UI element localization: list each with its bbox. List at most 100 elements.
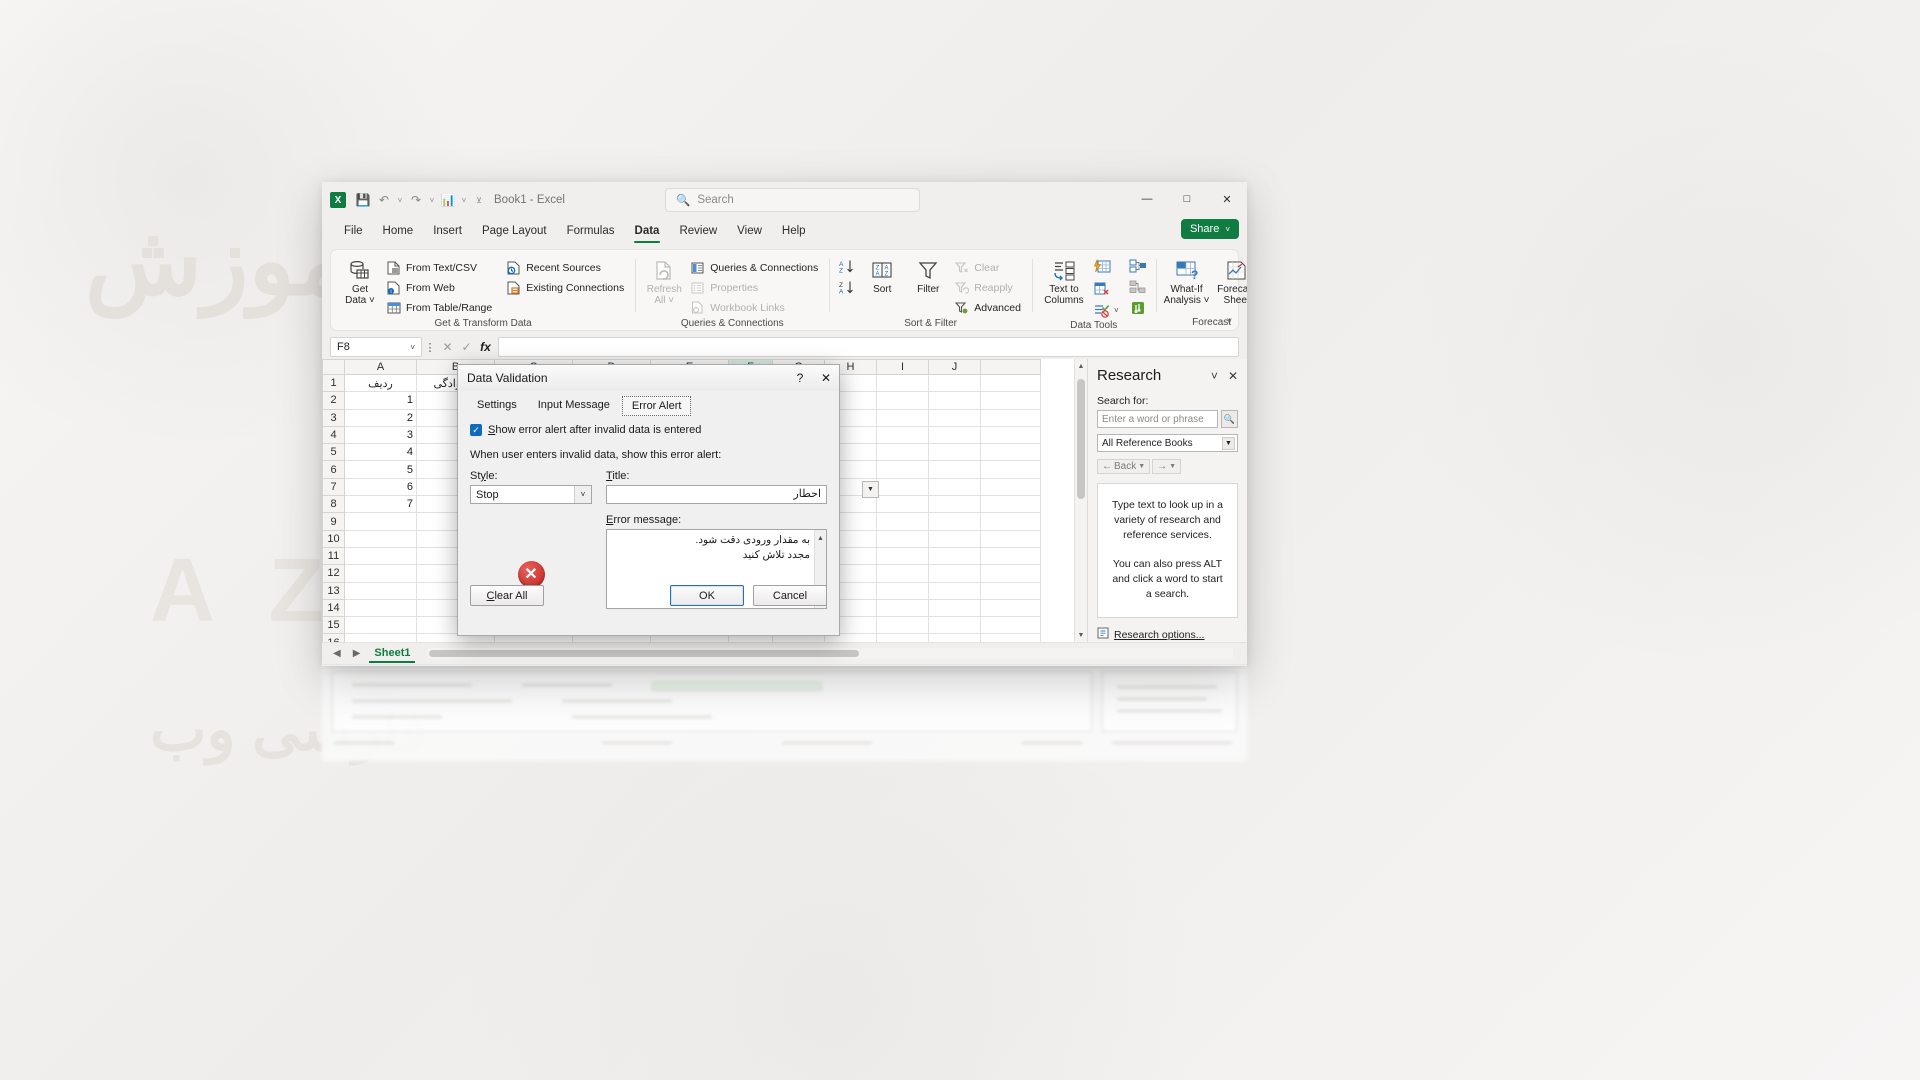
cell-j4[interactable] xyxy=(928,425,981,445)
row-header-2[interactable]: 2 xyxy=(322,391,345,410)
row-header-8[interactable]: 8 xyxy=(322,495,345,514)
chart-icon[interactable]: 📊 xyxy=(438,190,458,210)
column-header-j[interactable]: J xyxy=(928,359,981,375)
formula-input[interactable] xyxy=(498,337,1239,357)
cell-k12[interactable] xyxy=(980,564,1041,583)
research-options-button[interactable]: Research options... xyxy=(1097,627,1238,642)
chevron-right-icon[interactable]: ▶ xyxy=(350,648,364,659)
cell-j9[interactable] xyxy=(928,512,981,531)
cell-k13[interactable] xyxy=(980,581,1041,600)
validation-dropdown-arrow[interactable]: ▼ xyxy=(862,481,879,498)
cell-a2[interactable]: 1 xyxy=(344,391,417,410)
window-controls[interactable]: — □ ✕ xyxy=(1127,182,1247,216)
row-header-14[interactable]: 14 xyxy=(322,598,345,618)
style-select[interactable]: Stop ˅ xyxy=(470,485,592,504)
cell-k16[interactable] xyxy=(980,633,1041,642)
research-search-input[interactable]: Enter a word or phrase xyxy=(1097,410,1218,428)
cell-i1[interactable] xyxy=(876,373,929,393)
refresh-all-button[interactable]: Refresh All ˅ xyxy=(641,256,687,308)
text-to-columns-button[interactable]: Text to Columns xyxy=(1038,256,1090,308)
cell-i6[interactable] xyxy=(876,460,929,479)
data-validation-chevron-icon[interactable]: ˅ xyxy=(1114,306,1119,315)
queries-connections-button[interactable]: Queries & Connections xyxy=(687,258,823,277)
cell-a5[interactable]: 4 xyxy=(344,443,417,462)
chevron-down-icon[interactable]: ˅ xyxy=(1211,369,1218,383)
tab-help[interactable]: Help xyxy=(772,223,816,239)
cell-a10[interactable] xyxy=(344,529,417,548)
cell-a8[interactable]: 7 xyxy=(344,495,417,514)
tab-formulas[interactable]: Formulas xyxy=(557,223,625,239)
cell-a12[interactable] xyxy=(344,564,417,583)
chevron-down-icon[interactable]: ▼ xyxy=(1222,436,1235,450)
dialog-title-buttons[interactable]: ? ✕ xyxy=(787,366,839,391)
cell-k11[interactable] xyxy=(980,546,1041,566)
cell-i15[interactable] xyxy=(876,616,929,635)
cancel-button[interactable]: Cancel xyxy=(753,585,827,606)
scroll-up-arrow-icon[interactable]: ▲ xyxy=(817,531,824,546)
share-button[interactable]: Share ˅ xyxy=(1180,219,1239,239)
cell-i14[interactable] xyxy=(876,598,929,618)
cell-k14[interactable] xyxy=(980,598,1041,618)
close-button[interactable]: ✕ xyxy=(1207,182,1247,216)
tab-insert[interactable]: Insert xyxy=(423,223,472,239)
row-header-3[interactable]: 3 xyxy=(322,408,345,427)
cell-j2[interactable] xyxy=(928,391,981,410)
what-if-analysis-button[interactable]: ? What-If Analysis ˅ xyxy=(1162,256,1212,308)
cell-a13[interactable] xyxy=(344,581,417,600)
cell-j16[interactable] xyxy=(928,633,981,642)
cell-j15[interactable] xyxy=(928,616,981,635)
cell-k5[interactable] xyxy=(980,443,1041,462)
cell-i11[interactable] xyxy=(876,546,929,566)
row-header-6[interactable]: 6 xyxy=(322,460,345,479)
cell-k7[interactable] xyxy=(980,477,1041,497)
row-header-4[interactable]: 4 xyxy=(322,425,345,445)
cell-k15[interactable] xyxy=(980,616,1041,635)
cell-i13[interactable] xyxy=(876,581,929,600)
sort-ascending-button[interactable]: AZ xyxy=(835,258,859,278)
chart-chevron-icon[interactable]: ˅ xyxy=(459,196,469,205)
dialog-tab-error-alert[interactable]: Error Alert xyxy=(621,396,692,416)
clear-all-button[interactable]: Clear All xyxy=(470,585,544,606)
horizontal-scrollbar[interactable] xyxy=(427,648,1233,659)
cell-j10[interactable] xyxy=(928,529,981,548)
show-error-alert-checkbox-row[interactable]: ✓ Show error alert after invalid data is… xyxy=(470,424,827,436)
cell-a16[interactable] xyxy=(344,633,417,642)
tab-review[interactable]: Review xyxy=(669,223,727,239)
confirm-icon[interactable]: ✓ xyxy=(457,340,476,354)
cell-i9[interactable] xyxy=(876,512,929,531)
ribbon-collapse-button[interactable]: ˅ xyxy=(1227,316,1232,326)
tab-view[interactable]: View xyxy=(727,223,772,239)
select-all-corner[interactable] xyxy=(322,359,345,375)
cell-j14[interactable] xyxy=(928,598,981,618)
cell-i5[interactable] xyxy=(876,443,929,462)
cell-i8[interactable] xyxy=(876,495,929,514)
scroll-down-arrow-icon[interactable]: ▼ xyxy=(1075,628,1087,642)
cell-i4[interactable] xyxy=(876,425,929,445)
cell-j7[interactable] xyxy=(928,477,981,497)
horizontal-scroll-thumb[interactable] xyxy=(429,650,860,657)
dialog-tab-input-message[interactable]: Input Message xyxy=(529,396,619,416)
chevron-left-icon[interactable]: ◀ xyxy=(330,648,344,659)
dialog-tab-settings[interactable]: Settings xyxy=(468,396,526,416)
flash-fill-button[interactable] xyxy=(1090,258,1122,278)
column-header-i[interactable]: I xyxy=(876,359,929,375)
cell-i7[interactable] xyxy=(876,477,929,497)
relationships-button[interactable] xyxy=(1126,279,1150,298)
save-icon[interactable]: 💾 xyxy=(353,190,373,210)
cell-a11[interactable] xyxy=(344,546,417,566)
advanced-filter-button[interactable]: Advanced xyxy=(951,298,1026,317)
scroll-up-arrow-icon[interactable]: ▲ xyxy=(1075,359,1087,373)
cell-j3[interactable] xyxy=(928,408,981,427)
dialog-close-icon[interactable]: ✕ xyxy=(813,366,839,391)
maximize-button[interactable]: □ xyxy=(1167,182,1207,216)
chevron-down-icon[interactable]: ˅ xyxy=(574,486,591,503)
minimize-button[interactable]: — xyxy=(1127,182,1167,216)
row-header-16[interactable]: 16 xyxy=(322,633,345,642)
search-go-icon[interactable]: 🔍 xyxy=(1221,410,1238,428)
cell-j1[interactable] xyxy=(928,373,981,393)
tab-file[interactable]: File xyxy=(334,223,373,239)
name-box[interactable]: F8 ˅ xyxy=(330,337,422,357)
name-box-chevron-icon[interactable]: ˅ xyxy=(410,343,415,352)
cell-a1[interactable]: ردیف xyxy=(344,373,417,393)
cell-a7[interactable]: 6 xyxy=(344,477,417,497)
